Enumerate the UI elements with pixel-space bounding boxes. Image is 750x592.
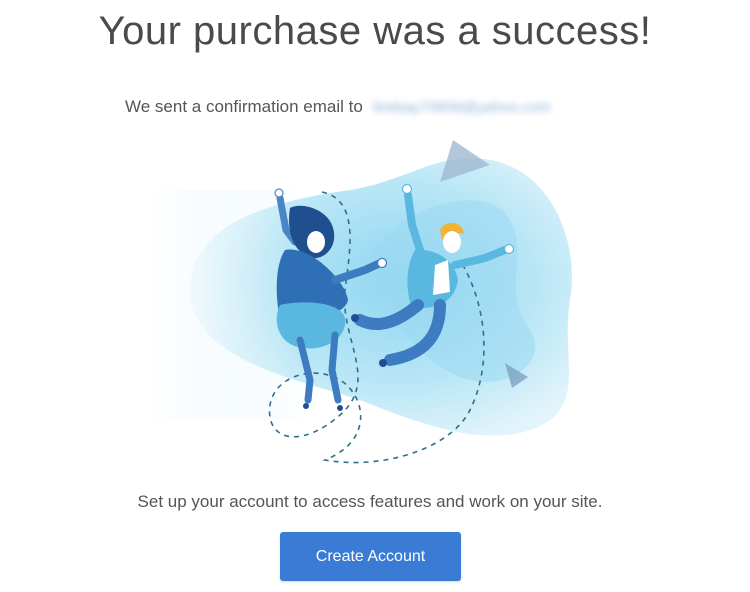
redacted-email: lindsay75656@yahoo.com [373,99,551,116]
account-setup-description: Set up your account to access features a… [137,492,603,511]
page-title: Your purchase was a success! [98,9,652,53]
confirmation-text: We sent a confirmation email to [125,97,363,116]
celebrating-people-illustration [150,140,572,464]
create-account-button[interactable]: Create Account [280,532,461,581]
confirmation-message: We sent a confirmation email to lindsay7… [125,96,551,119]
